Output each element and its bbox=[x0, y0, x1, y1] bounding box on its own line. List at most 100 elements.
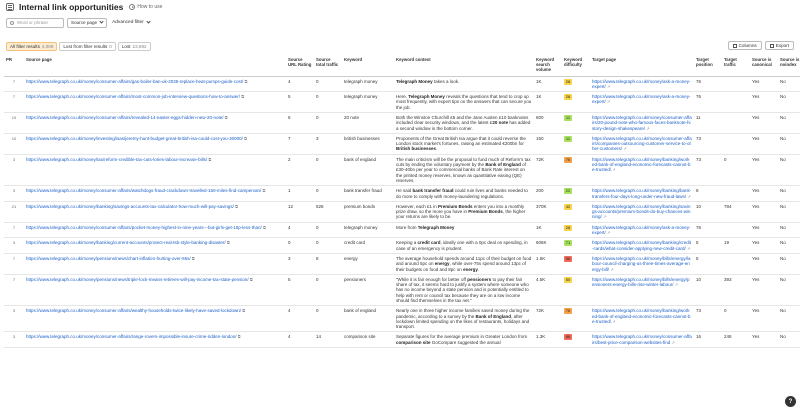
column-header[interactable]: Keyword context bbox=[394, 56, 534, 77]
pr-cell: 3 bbox=[4, 154, 24, 187]
column-header[interactable]: Source is noindex bbox=[778, 56, 800, 77]
target-page-link[interactable]: https://www.telegraph.co.uk/money/bankin… bbox=[590, 237, 694, 254]
source-total-traffic: 0 bbox=[314, 76, 342, 93]
help-button[interactable]: ? bbox=[785, 396, 796, 407]
search-input[interactable]: Word or phrase bbox=[6, 17, 64, 28]
external-link-icon[interactable]: ↗ bbox=[607, 99, 610, 104]
tab-lost[interactable]: Lost 23,892 bbox=[117, 41, 151, 51]
external-link-icon[interactable]: ↗ bbox=[687, 246, 690, 251]
external-link-icon[interactable]: ↗ bbox=[672, 340, 675, 345]
source-url-rating: 0 bbox=[286, 237, 314, 254]
source-page-link[interactable]: https://www.telegraph.co.uk/money/consum… bbox=[24, 112, 286, 134]
copy-icon[interactable]: ⧉ bbox=[192, 256, 195, 261]
column-header[interactable]: PR bbox=[4, 56, 24, 77]
copy-icon[interactable]: ⧉ bbox=[227, 240, 230, 245]
target-page-link[interactable]: https://www.telegraph.co.uk/money/ask-a-… bbox=[590, 222, 694, 239]
column-header[interactable]: Keyword difficulty bbox=[562, 56, 590, 77]
column-header[interactable]: Source page bbox=[24, 56, 286, 77]
column-header[interactable]: Target page bbox=[590, 56, 694, 77]
source-page-link[interactable]: https://www.telegraph.co.uk/money/bankin… bbox=[24, 237, 286, 254]
column-header[interactable]: Source is canonical bbox=[750, 56, 778, 77]
keyword-difficulty: 86 bbox=[562, 331, 590, 349]
tab-all-filter-results[interactable]: All filter results 4,009 bbox=[6, 41, 58, 51]
column-header[interactable]: Keyword bbox=[342, 56, 394, 77]
source-page-link[interactable]: https://www.telegraph.co.uk/money/consum… bbox=[24, 305, 286, 333]
source-page-link[interactable]: https://www.telegraph.co.uk/money/consum… bbox=[24, 331, 286, 349]
keyword-difficulty: 56 bbox=[562, 253, 590, 275]
column-header[interactable]: Source total traffic bbox=[314, 56, 342, 77]
keyword-difficulty: 11 bbox=[562, 112, 590, 134]
source-page-link[interactable]: https://www.telegraph.co.uk/money/invest… bbox=[24, 133, 286, 155]
column-header[interactable]: Source URL Rating bbox=[286, 56, 314, 77]
source-is-canonical: Yes bbox=[750, 154, 778, 187]
external-link-icon[interactable]: ↗ bbox=[675, 282, 678, 287]
external-link-icon[interactable]: ↗ bbox=[687, 194, 690, 199]
source-is-noindex: No bbox=[778, 133, 800, 155]
target-page-link[interactable]: https://www.telegraph.co.uk/money/bankin… bbox=[590, 305, 694, 333]
source-is-canonical: Yes bbox=[750, 185, 778, 202]
external-link-icon[interactable]: ↗ bbox=[607, 84, 610, 89]
copy-icon[interactable]: ⧉ bbox=[238, 334, 241, 339]
target-page-link[interactable]: https://www.telegraph.co.uk/money/bankin… bbox=[590, 201, 694, 223]
column-header[interactable]: Target position bbox=[694, 56, 722, 77]
columns-button[interactable]: Columns bbox=[727, 41, 762, 50]
copy-icon[interactable]: ⧉ bbox=[263, 188, 266, 193]
source-url-rating: 6 bbox=[286, 112, 314, 134]
copy-icon[interactable]: ⧉ bbox=[225, 115, 228, 120]
source-page-link[interactable]: https://www.telegraph.co.uk/money/bankin… bbox=[24, 201, 286, 223]
external-link-icon[interactable]: ↗ bbox=[603, 214, 606, 219]
target-page-link[interactable]: https://www.telegraph.co.uk/money/consum… bbox=[590, 331, 694, 349]
target-page-link[interactable]: https://www.telegraph.co.uk/money/bankin… bbox=[590, 154, 694, 187]
column-header[interactable]: Keyword search volume bbox=[534, 56, 562, 77]
kd-badge: 86 bbox=[564, 334, 572, 341]
chevron-down-icon bbox=[99, 19, 104, 24]
copy-icon[interactable]: ⧉ bbox=[263, 225, 266, 230]
source-page-link[interactable]: https://www.telegraph.co.uk/money/consum… bbox=[24, 222, 286, 239]
target-page-link[interactable]: https://www.telegraph.co.uk/money/consum… bbox=[590, 133, 694, 155]
source-page-link[interactable]: https://www.telegraph.co.uk/money/consum… bbox=[24, 185, 286, 202]
external-link-icon[interactable]: ↗ bbox=[623, 146, 626, 151]
source-url-rating: 4 bbox=[286, 331, 314, 349]
external-link-icon[interactable]: ↗ bbox=[612, 167, 615, 172]
copy-icon[interactable]: ⧉ bbox=[241, 94, 244, 99]
keyword: bank transfer fraud bbox=[342, 185, 394, 202]
keyword-search-volume: 72K bbox=[534, 154, 562, 187]
source-page-link[interactable]: https://www.telegraph.co.uk/money/pensio… bbox=[24, 253, 286, 275]
target-page-link[interactable]: https://www.telegraph.co.uk/money/consum… bbox=[590, 112, 694, 134]
copy-icon[interactable]: ⧉ bbox=[242, 308, 245, 313]
source-page-select[interactable]: Source page bbox=[67, 17, 108, 28]
copy-icon[interactable]: ⧉ bbox=[208, 157, 211, 162]
advanced-filter-button[interactable]: Advanced filter bbox=[112, 19, 151, 25]
external-link-icon[interactable]: ↗ bbox=[646, 126, 649, 131]
copy-icon[interactable]: ⧉ bbox=[235, 204, 238, 209]
target-traffic bbox=[722, 91, 750, 113]
source-is-noindex: No bbox=[778, 154, 800, 187]
external-link-icon[interactable]: ↗ bbox=[610, 267, 613, 272]
target-page-link[interactable]: https://www.telegraph.co.uk/money/ask-a-… bbox=[590, 91, 694, 113]
source-page-link[interactable]: https://www.telegraph.co.uk/money/tax/re… bbox=[24, 154, 286, 187]
keyword-search-volume: 1K bbox=[534, 91, 562, 113]
source-page-link[interactable]: https://www.telegraph.co.uk/money/consum… bbox=[24, 76, 286, 93]
play-icon bbox=[129, 4, 136, 10]
tab-lost-from-filter-results[interactable]: Lost from filter results 0 bbox=[59, 41, 116, 51]
target-page-link[interactable]: https://www.telegraph.co.uk/money/bills/… bbox=[590, 274, 694, 307]
target-position: 16 bbox=[694, 331, 722, 349]
target-page-link[interactable]: https://www.telegraph.co.uk/money/ask-a-… bbox=[590, 76, 694, 93]
keyword: energy bbox=[342, 253, 394, 275]
copy-icon[interactable]: ⧉ bbox=[250, 277, 253, 282]
external-link-icon[interactable]: ↗ bbox=[612, 319, 615, 324]
external-link-icon[interactable]: ↗ bbox=[607, 230, 610, 235]
source-page-link[interactable]: https://www.telegraph.co.uk/money/pensio… bbox=[24, 274, 286, 307]
copy-icon[interactable]: ⧉ bbox=[244, 136, 247, 141]
column-header[interactable]: Target traffic bbox=[722, 56, 750, 77]
top-bar: Internal link opportunities How to use bbox=[0, 0, 800, 14]
source-page-link[interactable]: https://www.telegraph.co.uk/money/consum… bbox=[24, 91, 286, 113]
keyword: bank of england bbox=[342, 154, 394, 187]
export-button[interactable]: Export bbox=[764, 41, 794, 50]
copy-icon[interactable]: ⧉ bbox=[245, 79, 248, 84]
keyword-search-volume: 1K bbox=[534, 76, 562, 93]
target-page-link[interactable]: https://www.telegraph.co.uk/money/bills/… bbox=[590, 253, 694, 275]
menu-icon[interactable] bbox=[6, 3, 14, 11]
target-page-link[interactable]: https://www.telegraph.co.uk/money/bankin… bbox=[590, 185, 694, 202]
how-to-use-link[interactable]: How to use bbox=[129, 4, 162, 10]
